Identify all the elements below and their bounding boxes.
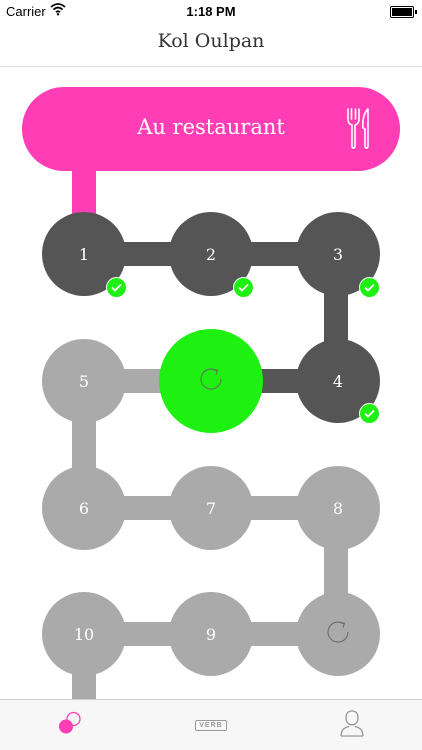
level-number: 4 xyxy=(332,371,344,391)
profile-icon xyxy=(338,708,366,743)
level-number: 10 xyxy=(73,624,95,644)
review-level-node[interactable] xyxy=(296,592,380,676)
lesson-banner[interactable]: Au restaurant xyxy=(22,87,400,171)
tab-lessons[interactable] xyxy=(40,700,100,750)
tab-verb[interactable]: VERB xyxy=(181,700,241,750)
utensils-icon xyxy=(346,107,372,154)
level-node[interactable]: 10 xyxy=(42,592,126,676)
battery-icon xyxy=(390,6,417,18)
check-icon xyxy=(233,277,254,298)
check-icon xyxy=(359,277,380,298)
level-node[interactable]: 5 xyxy=(42,339,126,423)
verb-icon: VERB xyxy=(195,719,227,731)
level-number: 8 xyxy=(332,498,344,518)
level-number: 2 xyxy=(205,244,217,264)
refresh-icon xyxy=(197,365,225,397)
check-icon xyxy=(106,277,127,298)
lesson-title: Au restaurant xyxy=(137,115,285,139)
nav-divider xyxy=(0,66,422,67)
level-node[interactable]: 8 xyxy=(296,466,380,550)
page-title: Kol Oulpan xyxy=(157,30,265,52)
current-level-node[interactable] xyxy=(159,329,263,433)
check-icon xyxy=(359,403,380,424)
lessons-icon xyxy=(55,708,85,743)
level-number: 5 xyxy=(78,371,90,391)
level-number: 9 xyxy=(205,624,217,644)
tab-profile[interactable] xyxy=(322,700,382,750)
level-number: 3 xyxy=(332,244,344,264)
level-node[interactable]: 6 xyxy=(42,466,126,550)
level-number: 6 xyxy=(78,498,90,518)
status-time: 1:18 PM xyxy=(186,4,236,19)
refresh-icon xyxy=(324,618,352,650)
level-number: 7 xyxy=(205,498,217,518)
status-bar: Carrier 1:18 PM xyxy=(0,0,422,22)
level-number: 1 xyxy=(78,244,90,264)
tab-bar: VERB xyxy=(0,699,422,750)
level-node[interactable]: 7 xyxy=(169,466,253,550)
level-node[interactable]: 9 xyxy=(169,592,253,676)
